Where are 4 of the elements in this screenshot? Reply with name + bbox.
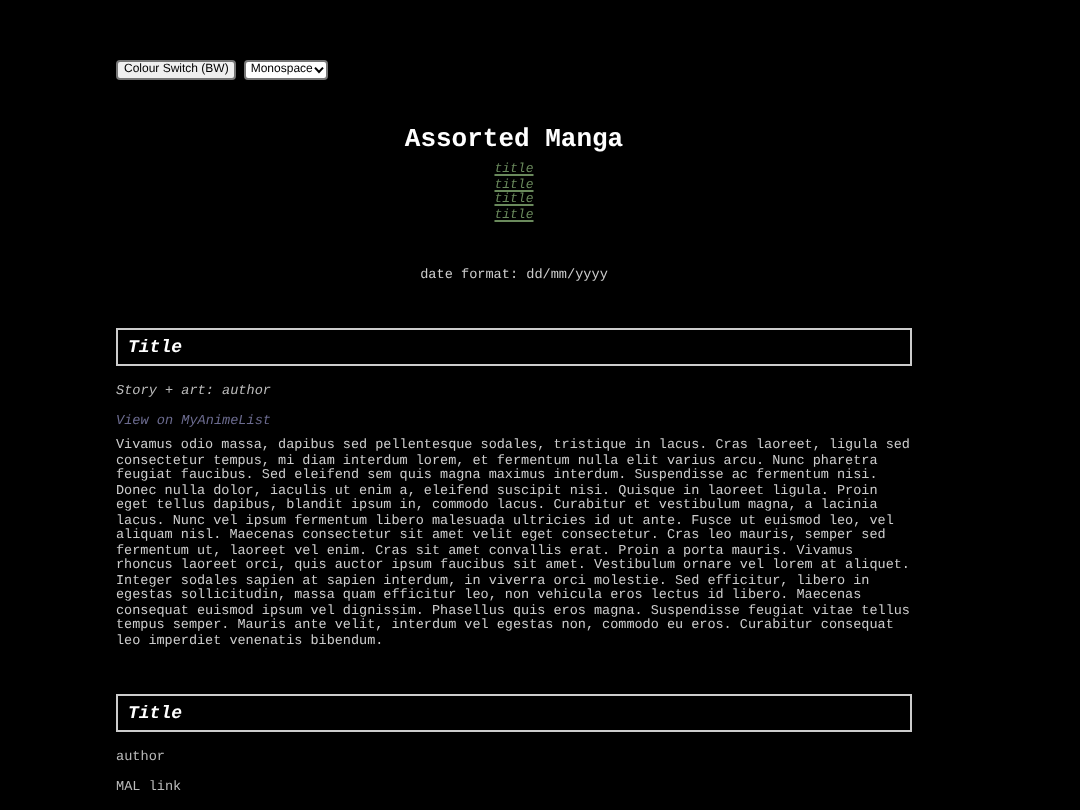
entry-title: Title: [128, 337, 183, 357]
caret-icon: [314, 66, 325, 74]
entry-title: Title: [128, 703, 183, 723]
page-title: Assorted Manga: [402, 124, 626, 156]
